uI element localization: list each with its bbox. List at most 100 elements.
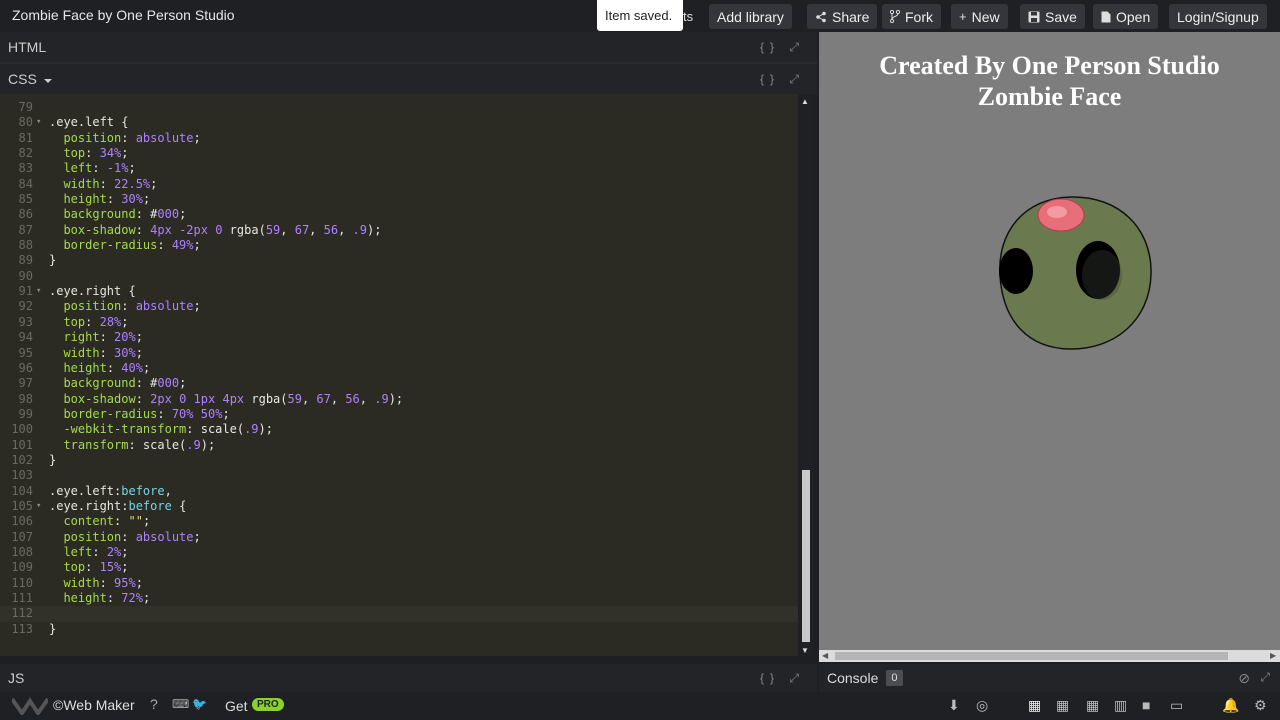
code-line[interactable]: 106 content: ""; <box>0 514 798 529</box>
scroll-left-arrow-icon[interactable]: ◀ <box>822 651 828 660</box>
css-pane-header[interactable]: CSS {} ⤢ <box>0 64 817 94</box>
code-line[interactable]: 111 height: 72%; <box>0 591 798 606</box>
code-line[interactable]: 81 position: absolute; <box>0 131 798 146</box>
add-library-button[interactable]: Add library <box>709 4 792 29</box>
html-pane-tools[interactable]: {} ⤢ <box>760 40 805 55</box>
code-line[interactable]: 85 height: 30%; <box>0 192 798 207</box>
settings-gear-icon[interactable]: ⚙ <box>1254 697 1267 714</box>
code-line[interactable]: 92 position: absolute; <box>0 299 798 314</box>
code-line[interactable]: 104 .eye.left:before, <box>0 484 798 499</box>
code-text: background: #000; <box>63 207 187 222</box>
fullscreen-layout-icon[interactable]: ■ <box>1142 697 1150 713</box>
code-line[interactable]: 100 -webkit-transform: scale(.9); <box>0 422 798 437</box>
codepen-icon[interactable]: ◎ <box>976 697 988 714</box>
code-text: border-radius: 70% 50%; <box>63 406 230 421</box>
help-icon[interactable]: ? <box>150 696 158 712</box>
new-button[interactable]: + New <box>951 4 1008 29</box>
code-line[interactable]: 98 box-shadow: 2px 0 1px 4px rgba(59, 67… <box>0 392 798 407</box>
code-line[interactable]: 113} <box>0 622 798 637</box>
layout-4-icon[interactable]: ▥ <box>1114 697 1127 714</box>
code-line[interactable]: 101 transform: scale(.9); <box>0 438 798 453</box>
code-text: border-radius: 49%; <box>63 238 201 253</box>
code-line[interactable]: 112 <box>0 606 798 622</box>
download-icon[interactable]: ⬇ <box>948 697 960 714</box>
css-code-editor[interactable]: 79 80 ▾ .eye.left {81 position: absolute; 82… <box>0 94 798 656</box>
clear-console-icon[interactable]: ⊘ <box>1238 670 1250 687</box>
code-line[interactable]: 102} <box>0 453 798 468</box>
notifications-icon[interactable]: 🔔 <box>1222 697 1239 714</box>
code-line[interactable]: 99 border-radius: 70% 50%; <box>0 407 798 422</box>
code-text: position: absolute; <box>63 130 201 145</box>
code-line[interactable]: 105 ▾ .eye.right:before { <box>0 499 798 514</box>
line-number: 104 <box>11 483 33 498</box>
fold-arrow-icon[interactable]: ▾ <box>36 284 41 299</box>
expand-icon[interactable]: ⤢ <box>1260 670 1270 685</box>
open-button[interactable]: Open <box>1093 4 1159 29</box>
code-line[interactable]: 88 border-radius: 49%; <box>0 238 798 253</box>
hidden-button-label[interactable]: ts <box>683 9 693 24</box>
js-pane-tools[interactable]: {} ⤢ <box>760 671 805 686</box>
line-number: 98 <box>18 391 33 406</box>
detach-preview-icon[interactable]: ▭ <box>1170 697 1183 714</box>
code-text: position: absolute; <box>63 299 201 314</box>
share-button[interactable]: Share <box>807 4 878 29</box>
scroll-right-arrow-icon[interactable]: ▶ <box>1270 651 1276 660</box>
line-number: 99 <box>18 406 33 421</box>
preview-horizontal-scrollbar-thumb[interactable] <box>835 652 1228 660</box>
zombie-eye-left <box>999 248 1033 294</box>
code-line[interactable]: 110 width: 95%; <box>0 576 798 591</box>
line-number: 105 <box>11 498 33 513</box>
line-number: 79 <box>18 100 33 114</box>
console-count-badge: 0 <box>886 670 903 686</box>
chevron-down-icon[interactable] <box>43 77 53 85</box>
get-pro-label[interactable]: Get <box>225 698 248 714</box>
line-number: 93 <box>18 314 33 329</box>
scroll-down-arrow-icon[interactable]: ▼ <box>801 646 809 655</box>
js-pane-header[interactable]: JS {} ⤢ <box>0 664 817 692</box>
keyboard-icon[interactable]: ⌨ <box>172 697 189 711</box>
code-line[interactable]: 86 background: #000; <box>0 207 798 222</box>
editor-scrollbar-thumb[interactable] <box>802 470 810 642</box>
login-signup-button[interactable]: Login/Signup <box>1169 4 1267 29</box>
layout-1-icon[interactable]: ▦ <box>1028 697 1041 714</box>
code-line[interactable]: 97 background: #000; <box>0 376 798 391</box>
code-line[interactable]: 93 top: 28%; <box>0 315 798 330</box>
code-line[interactable]: 87 box-shadow: 4px -2px 0 rgba(59, 67, 5… <box>0 223 798 238</box>
fork-button[interactable]: Fork <box>882 4 941 29</box>
twitter-icon[interactable]: 🐦 <box>192 697 207 711</box>
code-line[interactable]: 84 width: 22.5%; <box>0 177 798 192</box>
css-pane-tools[interactable]: {} ⤢ <box>760 72 805 87</box>
line-number: 94 <box>18 330 33 345</box>
brand-label[interactable]: ©Web Maker <box>53 697 135 713</box>
zombie-face-illustration <box>999 196 1152 350</box>
layout-2-icon[interactable]: ▦ <box>1056 697 1069 714</box>
pro-badge[interactable]: PRO <box>252 698 284 711</box>
layout-3-icon[interactable]: ▦ <box>1086 697 1099 714</box>
fold-arrow-icon[interactable]: ▾ <box>36 115 41 130</box>
html-pane-header[interactable]: HTML {} ⤢ <box>0 32 817 62</box>
console-header[interactable]: Console 0 ⊘ ⤢ <box>819 664 1280 692</box>
code-line[interactable]: 89} <box>0 253 798 268</box>
code-line[interactable]: 103 <box>0 468 798 483</box>
code-line[interactable]: 96 height: 40%; <box>0 361 798 376</box>
code-text: right: 20%; <box>63 330 143 345</box>
code-line[interactable]: 83 left: -1%; <box>0 161 798 176</box>
fold-arrow-icon[interactable]: ▾ <box>36 499 41 514</box>
code-line[interactable]: 90 <box>0 269 798 284</box>
code-line[interactable]: 108 left: 2%; <box>0 545 798 560</box>
code-line[interactable]: 94 right: 20%; <box>0 330 798 345</box>
code-line[interactable]: 95 width: 30%; <box>0 346 798 361</box>
code-line[interactable]: 82 top: 34%; <box>0 146 798 161</box>
scroll-up-arrow-icon[interactable]: ▲ <box>801 97 809 106</box>
save-button[interactable]: Save <box>1020 4 1085 29</box>
code-line[interactable]: 79 <box>0 100 798 115</box>
line-number: 88 <box>18 238 33 253</box>
code-text: box-shadow: 4px -2px 0 rgba(59, 67, 56, … <box>63 222 382 237</box>
code-line[interactable]: 80 ▾ .eye.left { <box>0 115 798 130</box>
top-bar: Zombie Face by One Person Studio Item sa… <box>0 0 1280 32</box>
code-line[interactable]: 107 position: absolute; <box>0 530 798 545</box>
preview-pane: Created By One Person Studio Zombie Face <box>819 32 1280 650</box>
code-text: width: 22.5%; <box>63 176 158 191</box>
code-line[interactable]: 109 top: 15%; <box>0 560 798 575</box>
code-line[interactable]: 91 ▾ .eye.right { <box>0 284 798 299</box>
